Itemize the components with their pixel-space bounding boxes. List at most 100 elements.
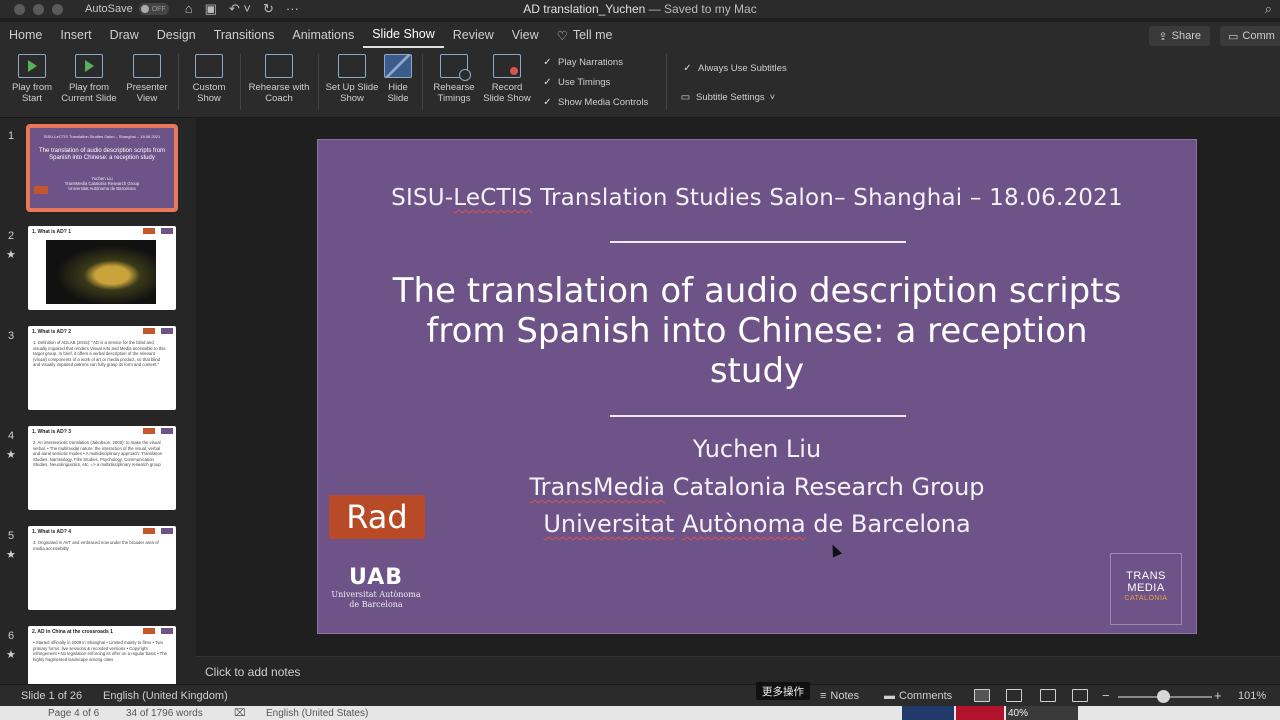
setup-icon xyxy=(338,54,366,78)
slide-thumbnail-2[interactable]: 1. What is AD? 1 xyxy=(28,226,176,310)
slide-thumbnail-5[interactable]: 1. What is AD? 4 3. Originated in AVT an… xyxy=(28,526,176,610)
status-bar: Slide 1 of 26 English (United Kingdom) ≡… xyxy=(0,684,1280,706)
show-media-controls-checkbox[interactable]: ✓ Show Media Controls xyxy=(542,97,648,108)
play-current-icon xyxy=(75,54,103,78)
background-color-block xyxy=(902,706,954,720)
presenter-icon xyxy=(133,54,161,78)
tab-review[interactable]: Review xyxy=(444,22,503,48)
slide-number: 1 xyxy=(8,130,15,142)
zoom-window-button[interactable] xyxy=(52,3,63,15)
autosave-control[interactable]: AutoSave OFF xyxy=(85,3,169,15)
author-name[interactable]: Yuchen Liu xyxy=(318,435,1196,463)
notes-pane[interactable]: Click to add notes xyxy=(196,656,1280,684)
redo-icon[interactable]: ↻ xyxy=(263,1,274,17)
tab-design[interactable]: Design xyxy=(148,22,205,48)
document-name: AD translation_Yuchen xyxy=(523,2,646,16)
slide-title[interactable]: The translation of audio description scr… xyxy=(378,271,1136,391)
tell-me-search[interactable]: ♡ Tell me xyxy=(548,22,622,48)
always-use-subtitles-checkbox[interactable]: ✓ Always Use Subtitles xyxy=(682,63,786,74)
tooltip-text: 更多操作 xyxy=(762,685,804,698)
record-slide-show-button[interactable]: Record Slide Show xyxy=(480,54,534,104)
language-indicator[interactable]: English (United Kingdom) xyxy=(103,690,228,702)
tab-home[interactable]: Home xyxy=(0,22,51,48)
set-up-slide-show-button[interactable]: Set Up Slide Show xyxy=(324,54,380,104)
slide-show-ribbon: Play from Start Play from Current Slide … xyxy=(0,48,1280,118)
slide-sorter-icon[interactable] xyxy=(1006,689,1022,702)
zoom-out-icon[interactable]: − xyxy=(1102,688,1110,703)
presenter-view-button[interactable]: Presenter View xyxy=(122,54,172,104)
notes-toggle-button[interactable]: ≡ Notes xyxy=(820,690,859,702)
share-icon: ⇪ xyxy=(1158,30,1168,43)
university-name[interactable]: Universitat Autònoma de Barcelona xyxy=(318,510,1196,538)
thumbnail-text: 2. An intersemiotic translation (Jakobso… xyxy=(33,440,163,467)
more-actions-tooltip: 更多操作 xyxy=(756,682,810,700)
zoom-slider-handle[interactable] xyxy=(1157,690,1170,703)
slide-thumbnail-1[interactable]: SISU-LeCTIS Translation Studies Salon – … xyxy=(26,124,178,212)
show-media-controls-label: Show Media Controls xyxy=(558,97,649,108)
lightbulb-icon: ♡ xyxy=(556,28,568,43)
slide-thumbnail-3[interactable]: 1. What is AD? 2 1. Definition of ADLAB … xyxy=(28,326,176,410)
autosave-toggle[interactable]: OFF xyxy=(138,3,169,15)
save-icon[interactable]: ▣ xyxy=(205,1,217,17)
tab-draw[interactable]: Draw xyxy=(101,22,148,48)
reading-view-icon[interactable] xyxy=(1040,689,1056,702)
setup-show-label: Set Up Slide Show xyxy=(325,82,379,104)
comments-button[interactable]: ▭ Comm xyxy=(1220,26,1280,46)
play-from-start-button[interactable]: Play from Start xyxy=(6,54,58,104)
rehearse-with-coach-button[interactable]: Rehearse with Coach xyxy=(248,54,310,104)
custom-show-button[interactable]: Custom Show xyxy=(184,54,234,104)
use-timings-label: Use Timings xyxy=(558,77,611,88)
presenter-view-label: Presenter View xyxy=(126,82,168,104)
slide-thumbnail-4[interactable]: 1. What is AD? 3 2. An intersemiotic tra… xyxy=(28,426,176,510)
thumbnail-logos xyxy=(143,528,173,534)
tab-slide-show[interactable]: Slide Show xyxy=(363,22,444,48)
home-icon[interactable]: ⌂ xyxy=(185,1,193,17)
ribbon-divider xyxy=(666,54,667,110)
quick-access-toolbar: ⌂ ▣ ↶ ˅ ↻ ··· xyxy=(185,1,299,17)
tab-animations[interactable]: Animations xyxy=(283,22,363,48)
subtitle-settings-dropdown[interactable]: ▭ Subtitle Settings ˅ xyxy=(680,92,775,103)
thumbnail-logos xyxy=(143,628,173,634)
undo-icon[interactable]: ↶ ˅ xyxy=(229,1,251,17)
comments-status-label: Comments xyxy=(899,690,953,702)
play-from-current-button[interactable]: Play from Current Slide xyxy=(58,54,120,104)
play-narrations-checkbox[interactable]: ✓ Play Narrations xyxy=(542,57,623,68)
play-icon xyxy=(18,54,46,78)
slide-number: 2 xyxy=(8,230,15,242)
search-icon[interactable]: ⌕ xyxy=(1265,1,1272,17)
zoom-level[interactable]: 101% xyxy=(1238,690,1266,702)
tm-logo-line-1: TRANS xyxy=(1126,570,1166,582)
slide-header-text: SISU-LeCTIS Translation Studies Salon– S… xyxy=(391,185,1123,211)
ribbon-divider xyxy=(318,54,319,110)
use-timings-checkbox[interactable]: ✓ Use Timings xyxy=(542,77,610,88)
tab-transitions[interactable]: Transitions xyxy=(205,22,284,48)
slide-header[interactable]: SISU-LeCTIS Translation Studies Salon– S… xyxy=(318,185,1196,211)
zoom-in-icon[interactable]: + xyxy=(1214,688,1222,703)
thumbnail-row: 5 ★ 1. What is AD? 4 3. Originated in AV… xyxy=(0,524,196,614)
background-window-statusbar: Page 4 of 6 34 of 1796 words ⌧ English (… xyxy=(0,706,1280,720)
research-group[interactable]: TransMedia Catalonia Research Group xyxy=(318,473,1196,501)
tab-insert[interactable]: Insert xyxy=(51,22,100,48)
comments-toggle-button[interactable]: ▬ Comments xyxy=(884,690,952,702)
share-button[interactable]: ⇪ Share xyxy=(1149,26,1210,46)
comment-icon: ▭ xyxy=(1228,30,1239,43)
slideshow-view-icon[interactable] xyxy=(1072,689,1088,702)
close-window-button[interactable] xyxy=(14,3,25,15)
custom-show-icon xyxy=(195,54,223,78)
divider-line xyxy=(610,415,906,417)
current-slide[interactable]: SISU-LeCTIS Translation Studies Salon– S… xyxy=(317,139,1197,634)
hide-slide-button[interactable]: Hide Slide xyxy=(382,54,414,104)
ribbon-divider xyxy=(178,54,179,110)
minimize-window-button[interactable] xyxy=(33,3,44,15)
rehearse-timings-button[interactable]: Rehearse Timings xyxy=(428,54,480,104)
rehearse-timings-label: Rehearse Timings xyxy=(433,82,475,104)
more-icon[interactable]: ··· xyxy=(286,1,299,17)
normal-view-icon[interactable] xyxy=(974,689,990,702)
thumbnail-title: 2. AD in China at the crossroads 1 xyxy=(32,629,113,635)
background-percent-text: 40% xyxy=(1008,708,1029,719)
thumbnail-subtitle: Yuchen Liu TransMedia Catalonia Research… xyxy=(64,176,140,191)
timer-icon xyxy=(440,54,471,81)
tab-view[interactable]: View xyxy=(503,22,548,48)
chevron-down-icon: ˅ xyxy=(769,92,776,103)
slide-thumbnail-6[interactable]: 2. AD in China at the crossroads 1 • Sta… xyxy=(28,626,176,684)
